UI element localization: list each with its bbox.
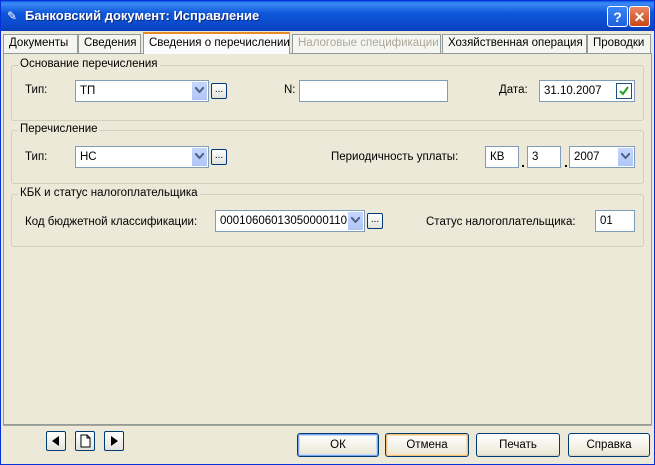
- basis-date-label: Дата:: [499, 84, 528, 96]
- tab-strip: Документы Сведения Сведения о перечислен…: [3, 32, 653, 54]
- close-icon: ✕: [633, 9, 646, 25]
- transfer-type-label: Тип:: [25, 151, 48, 163]
- title-bar[interactable]: ✎ Банковский документ: Исправление ? ✕: [1, 1, 654, 31]
- separator-dot: [522, 165, 524, 167]
- footer-separator: [3, 425, 652, 426]
- period-number-input[interactable]: 3: [527, 146, 561, 168]
- arrow-left-icon: [52, 436, 59, 446]
- group-basis-title: Основание перечисления: [18, 58, 160, 70]
- period-label: Периодичность уплаты:: [331, 151, 459, 163]
- group-transfer-title: Перечисление: [18, 123, 100, 135]
- tab-postings[interactable]: Проводки: [587, 34, 651, 53]
- basis-number-label: N:: [284, 84, 296, 96]
- period-year-combo[interactable]: 2007: [569, 146, 635, 168]
- separator-dot: [565, 165, 567, 167]
- kbk-code-label: Код бюджетной классификации:: [25, 216, 198, 228]
- tab-documents[interactable]: Документы: [3, 34, 78, 53]
- chevron-down-icon[interactable]: [347, 212, 363, 230]
- group-kbk-title: КБК и статус налогоплательщика: [18, 187, 200, 199]
- prev-record-button[interactable]: [46, 431, 66, 451]
- basis-number-input[interactable]: [299, 80, 448, 102]
- group-transfer: Перечисление Тип: НС ... Периодичность у…: [11, 123, 644, 184]
- help-title-button[interactable]: ?: [607, 6, 628, 27]
- chevron-down-icon[interactable]: [191, 148, 207, 166]
- transfer-type-select-button[interactable]: ...: [211, 149, 227, 165]
- group-basis: Основание перечисления Тип: ТП ... N: Да…: [11, 58, 644, 121]
- document-icon: ✎: [7, 9, 18, 23]
- kbk-code-select-button[interactable]: ...: [367, 213, 383, 229]
- checkmark-icon: [619, 86, 629, 96]
- period-code-input[interactable]: КВ: [485, 146, 519, 168]
- basis-type-label: Тип:: [25, 84, 48, 96]
- cancel-button[interactable]: Отмена: [385, 433, 469, 457]
- basis-type-select-button[interactable]: ...: [211, 83, 227, 99]
- next-record-button[interactable]: [104, 431, 124, 451]
- basis-date-value: 31.10.2007: [544, 85, 602, 97]
- close-button[interactable]: ✕: [629, 6, 650, 27]
- transfer-type-combo[interactable]: НС: [75, 146, 209, 168]
- tab-transfer-info[interactable]: Сведения о перечислении: [143, 32, 290, 54]
- tab-tax-specs: Налоговые спецификации: [292, 34, 441, 53]
- arrow-right-icon: [111, 436, 118, 446]
- new-document-icon: [80, 434, 91, 448]
- taxpayer-status-input[interactable]: 01: [595, 210, 635, 232]
- dialog-window: ✎ Банковский документ: Исправление ? ✕ Д…: [0, 0, 655, 465]
- tab-panel: Основание перечисления Тип: ТП ... N: Да…: [3, 53, 652, 425]
- date-checkbox[interactable]: [616, 83, 632, 99]
- chevron-down-icon[interactable]: [191, 82, 207, 100]
- chevron-down-icon[interactable]: [617, 148, 633, 166]
- print-button[interactable]: Печать: [476, 433, 560, 457]
- kbk-code-combo[interactable]: 00010606013050000110: [215, 210, 365, 232]
- basis-type-value: ТП: [80, 85, 96, 97]
- transfer-type-value: НС: [80, 151, 97, 163]
- tab-business-operation[interactable]: Хозяйственная операция: [442, 34, 587, 53]
- help-button[interactable]: Справка: [568, 433, 650, 457]
- basis-type-combo[interactable]: ТП: [75, 80, 209, 102]
- group-kbk: КБК и статус налогоплательщика Код бюдже…: [11, 187, 644, 247]
- new-document-button[interactable]: [75, 431, 95, 451]
- tab-info[interactable]: Сведения: [78, 34, 141, 53]
- taxpayer-status-label: Статус налогоплательщика:: [426, 216, 576, 228]
- ok-button[interactable]: ОК: [297, 433, 379, 457]
- period-year-value: 2007: [574, 151, 600, 163]
- kbk-code-value: 00010606013050000110: [220, 215, 348, 227]
- basis-date-input[interactable]: 31.10.2007: [539, 80, 635, 102]
- question-icon: ?: [613, 9, 622, 25]
- window-title: Банковский документ: Исправление: [25, 8, 260, 23]
